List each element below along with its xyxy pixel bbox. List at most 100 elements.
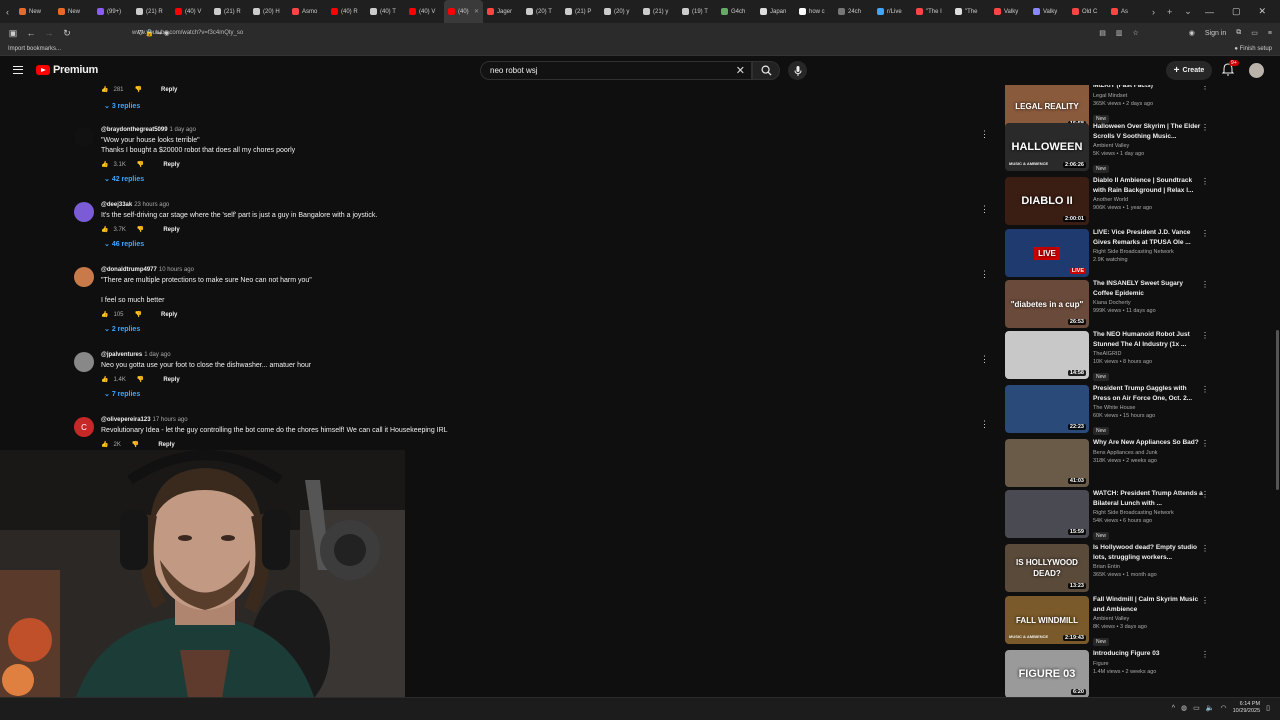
recommended-video[interactable]: 15:59 WATCH: President Trump Attends a Bi… (1005, 490, 1215, 542)
notification-center-icon[interactable]: ▯ (1266, 704, 1270, 712)
video-options-icon[interactable]: ⋮ (1201, 85, 1209, 91)
tab-scroll-left-icon[interactable]: ‹ (0, 7, 15, 17)
close-window-button[interactable]: ✕ (1258, 6, 1266, 17)
browser-tab[interactable]: (21) P (561, 0, 600, 23)
youtube-premium-logo[interactable]: Premium (36, 64, 98, 76)
sidebar-toggle-icon[interactable]: ▣ (4, 28, 22, 39)
site-info-icon[interactable]: ⛉ 🔒 ⇋ ◉ (138, 29, 170, 38)
video-title[interactable]: Why Are New Appliances So Bad? (1093, 438, 1203, 448)
browser-tab[interactable]: how c (795, 0, 834, 23)
commenter-handle[interactable]: @olivepereira123 (101, 417, 151, 423)
dislike-button[interactable]: 👎 (135, 311, 142, 318)
channel-name[interactable]: Figure (1093, 661, 1203, 667)
comment-options-icon[interactable]: ⋮ (980, 204, 989, 215)
video-options-icon[interactable]: ⋮ (1201, 544, 1209, 553)
browser-tab[interactable]: Valky (1029, 0, 1068, 23)
notifications-button[interactable]: 9+ (1221, 60, 1239, 77)
channel-name[interactable]: TheAIGRID (1093, 351, 1203, 357)
video-options-icon[interactable]: ⋮ (1201, 123, 1209, 132)
like-button[interactable]: 👍 (101, 86, 108, 93)
like-button[interactable]: 👍 (101, 441, 108, 448)
browser-tab[interactable]: Japan (756, 0, 795, 23)
reply-button[interactable]: Reply (163, 377, 179, 383)
channel-name[interactable]: The White House (1093, 405, 1203, 411)
video-title[interactable]: WATCH: President Trump Attends a Bilater… (1093, 489, 1203, 508)
video-thumbnail[interactable]: 41:03 (1005, 439, 1089, 487)
video-thumbnail[interactable]: 14:58 (1005, 331, 1089, 379)
video-thumbnail[interactable]: FIGURE 03 6:20 (1005, 650, 1089, 697)
video-thumbnail[interactable]: IS HOLLYWOOD DEAD? 13:23 (1005, 544, 1089, 592)
comment-timestamp[interactable]: 1 day ago (170, 127, 196, 133)
comment-timestamp[interactable]: 17 hours ago (153, 417, 188, 423)
commenter-handle[interactable]: @deej33ak (101, 202, 132, 208)
channel-name[interactable]: Bens Appliances and Junk (1093, 450, 1203, 456)
browser-tab[interactable]: (20) H (249, 0, 288, 23)
channel-name[interactable]: Legal Mindset (1093, 93, 1203, 99)
finish-setup-button[interactable]: ● Finish setup (1234, 46, 1272, 52)
video-options-icon[interactable]: ⋮ (1201, 331, 1209, 340)
browser-tab[interactable]: As (1107, 0, 1146, 23)
import-bookmarks-link[interactable]: Import bookmarks... (8, 46, 61, 52)
tab-list-chevron-icon[interactable]: ⌄ (1178, 6, 1198, 17)
video-options-icon[interactable]: ⋮ (1201, 385, 1209, 394)
recommended-video[interactable]: 41:03 Why Are New Appliances So Bad? Bens … (1005, 439, 1215, 491)
view-replies-button[interactable]: ⌄ 3 replies (104, 102, 140, 110)
like-button[interactable]: 👍 (101, 311, 108, 318)
video-thumbnail[interactable]: 15:59 (1005, 490, 1089, 538)
recommended-video[interactable]: LIVE LIVE LIVE: Vice President J.D. Vance … (1005, 229, 1215, 281)
recommended-video[interactable]: FIGURE 03 6:20 Introducing Figure 03 Figure… (1005, 650, 1215, 697)
commenter-handle[interactable]: @braydonthegreat5099 (101, 127, 168, 133)
view-replies-button[interactable]: ⌄ 7 replies (104, 390, 140, 398)
channel-name[interactable]: Right Side Broadcasting Network (1093, 249, 1203, 255)
reply-button[interactable]: Reply (163, 162, 179, 168)
profile-icon[interactable]: ◉ (1189, 29, 1195, 37)
extensions-icon[interactable]: ⧉ (1236, 29, 1241, 37)
commenter-avatar[interactable] (74, 127, 94, 147)
browser-tab[interactable]: (40) ✕ (444, 0, 483, 23)
video-options-icon[interactable]: ⋮ (1201, 229, 1209, 238)
dislike-button[interactable]: 👎 (135, 86, 142, 93)
like-button[interactable]: 👍 (101, 226, 108, 233)
recommended-video[interactable]: IS HOLLYWOOD DEAD? 13:23 Is Hollywood dead… (1005, 544, 1215, 596)
channel-name[interactable]: Ambient Valley (1093, 616, 1203, 622)
like-button[interactable]: 👍 (101, 161, 108, 168)
translate-icon[interactable]: ▤ (1099, 29, 1106, 37)
new-tab-button[interactable]: + (1161, 7, 1178, 17)
video-title[interactable]: The INSANELY Sweet Sugary Coffee Epidemi… (1093, 279, 1203, 298)
browser-tab[interactable]: r/Live (873, 0, 912, 23)
comment-options-icon[interactable]: ⋮ (980, 354, 989, 365)
browser-tab[interactable]: (21) y (639, 0, 678, 23)
channel-name[interactable]: Ambient Valley (1093, 143, 1203, 149)
create-button[interactable]: + Create (1166, 61, 1212, 80)
view-replies-button[interactable]: ⌄ 42 replies (104, 175, 144, 183)
voice-search-button[interactable] (788, 61, 807, 80)
comment-timestamp[interactable]: 10 hours ago (159, 267, 194, 273)
clear-search-icon[interactable]: ✕ (736, 64, 745, 77)
view-replies-button[interactable]: ⌄ 2 replies (104, 325, 140, 333)
maximize-button[interactable]: ▢ (1232, 6, 1241, 17)
reader-icon[interactable]: ▥ (1116, 29, 1123, 37)
video-title[interactable]: President Trump Gaggles with Press on Ai… (1093, 384, 1203, 403)
sign-in-link[interactable]: Sign in (1205, 30, 1226, 37)
browser-tab[interactable]: G4ch (717, 0, 756, 23)
comment-options-icon[interactable]: ⋮ (980, 419, 989, 430)
recommended-video[interactable]: HALLOWEEN MUSIC & AMBIENCE 2:06:26 Hallowee… (1005, 123, 1215, 175)
video-title[interactable]: Diablo II Ambience | Soundtrack with Rai… (1093, 176, 1203, 195)
hamburger-menu-icon[interactable] (13, 66, 23, 74)
video-thumbnail[interactable]: HALLOWEEN MUSIC & AMBIENCE 2:06:26 (1005, 123, 1089, 171)
wifi-icon[interactable]: ◠ (1221, 704, 1227, 712)
browser-tab[interactable]: (19) T (678, 0, 717, 23)
browser-tab[interactable]: (40) T (366, 0, 405, 23)
video-options-icon[interactable]: ⋮ (1201, 650, 1209, 659)
recommended-video[interactable]: 22:23 President Trump Gaggles with Press … (1005, 385, 1215, 437)
reply-button[interactable]: Reply (161, 312, 177, 318)
recommended-video[interactable]: FALL WINDMILL MUSIC & AMBIENCE 2:19:43 Fall… (1005, 596, 1215, 648)
page-scrollbar[interactable] (1276, 330, 1279, 490)
video-thumbnail[interactable]: FALL WINDMILL MUSIC & AMBIENCE 2:19:43 (1005, 596, 1089, 644)
browser-tab[interactable]: (21) R (210, 0, 249, 23)
video-title[interactable]: The NEO Humanoid Robot Just Stunned The … (1093, 330, 1203, 349)
tab-scroll-right-icon[interactable]: › (1146, 7, 1161, 17)
network-icon[interactable]: ◍ (1181, 704, 1187, 712)
video-title[interactable]: Halloween Over Skyrim | The Elder Scroll… (1093, 122, 1203, 141)
account-avatar[interactable] (1249, 63, 1264, 78)
